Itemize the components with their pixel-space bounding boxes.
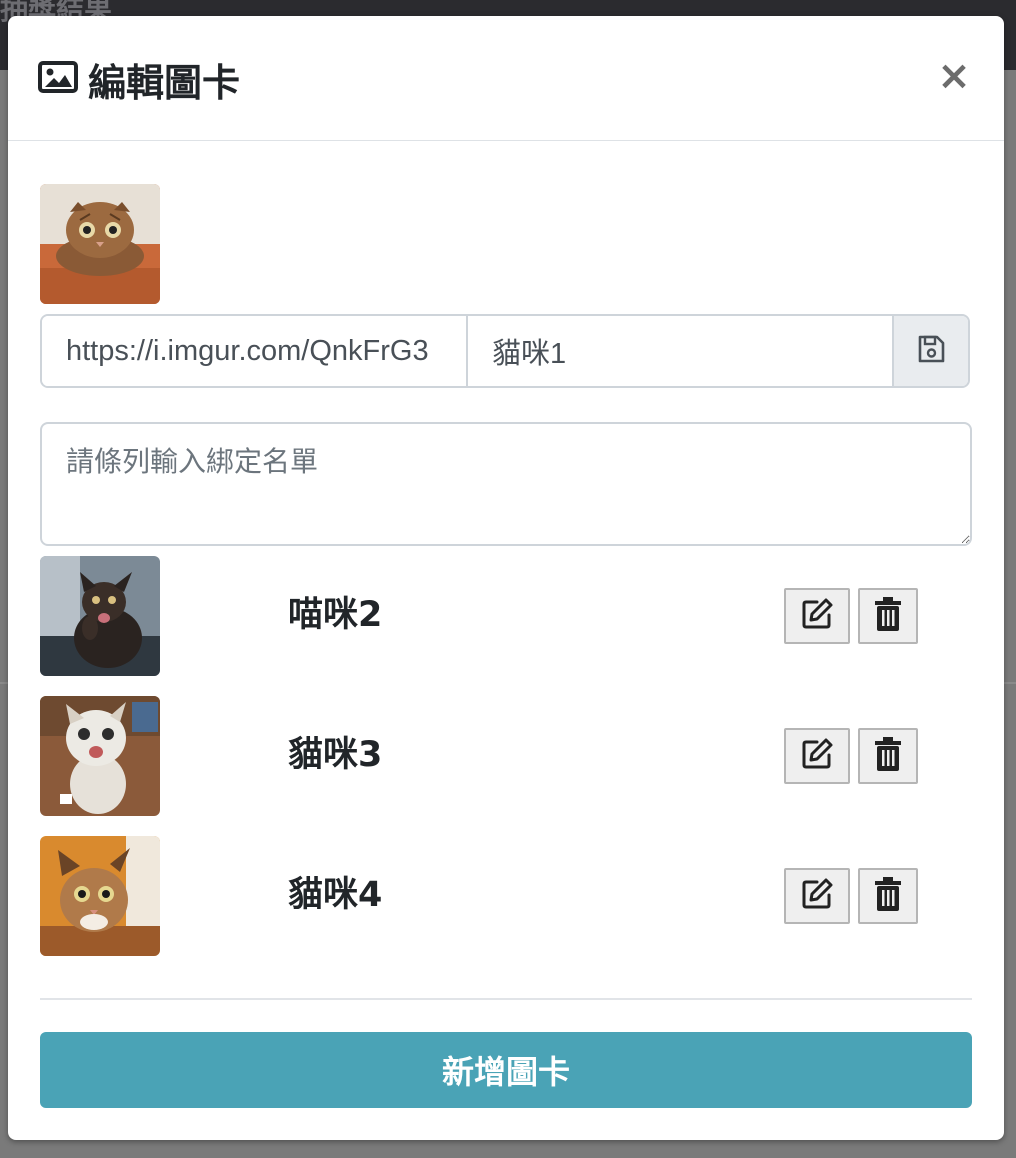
edit-button-3[interactable] <box>784 868 850 924</box>
floppy-disk-icon <box>916 334 946 368</box>
image-icon <box>38 60 78 94</box>
edit-button-1[interactable] <box>784 588 850 644</box>
edit-button-2[interactable] <box>784 728 850 784</box>
card-name-2: 貓咪3 <box>288 735 383 775</box>
edit-icon <box>799 736 835 776</box>
footer-divider <box>40 998 972 1000</box>
modal-header: 編輯圖卡 × <box>8 16 1004 141</box>
trash-icon <box>873 737 903 775</box>
delete-button-3[interactable] <box>858 868 918 924</box>
card-name-1: 喵咪2 <box>288 595 383 635</box>
card-name-input[interactable] <box>468 316 892 386</box>
add-card-button[interactable]: 新增圖卡 <box>40 1032 972 1108</box>
card-edit-input-group <box>40 314 970 388</box>
card-image-2 <box>40 696 160 816</box>
close-button[interactable]: × <box>936 56 972 96</box>
current-card-image <box>40 184 160 304</box>
card-name-3: 貓咪4 <box>288 875 383 915</box>
modal-title: 編輯圖卡 <box>88 61 241 105</box>
delete-button-1[interactable] <box>858 588 918 644</box>
edit-icon <box>799 876 835 916</box>
save-button[interactable] <box>892 316 968 386</box>
edit-icon <box>799 596 835 636</box>
trash-icon <box>873 597 903 635</box>
image-url-input[interactable] <box>42 316 468 386</box>
trash-icon <box>873 877 903 915</box>
card-image-1 <box>40 556 160 676</box>
card-image-3 <box>40 836 160 956</box>
bind-list-textarea[interactable] <box>40 422 972 546</box>
delete-button-2[interactable] <box>858 728 918 784</box>
edit-card-modal: 編輯圖卡 × https://i.imgur.com/QnkFrG3 貓咪1 請… <box>8 16 1004 1140</box>
